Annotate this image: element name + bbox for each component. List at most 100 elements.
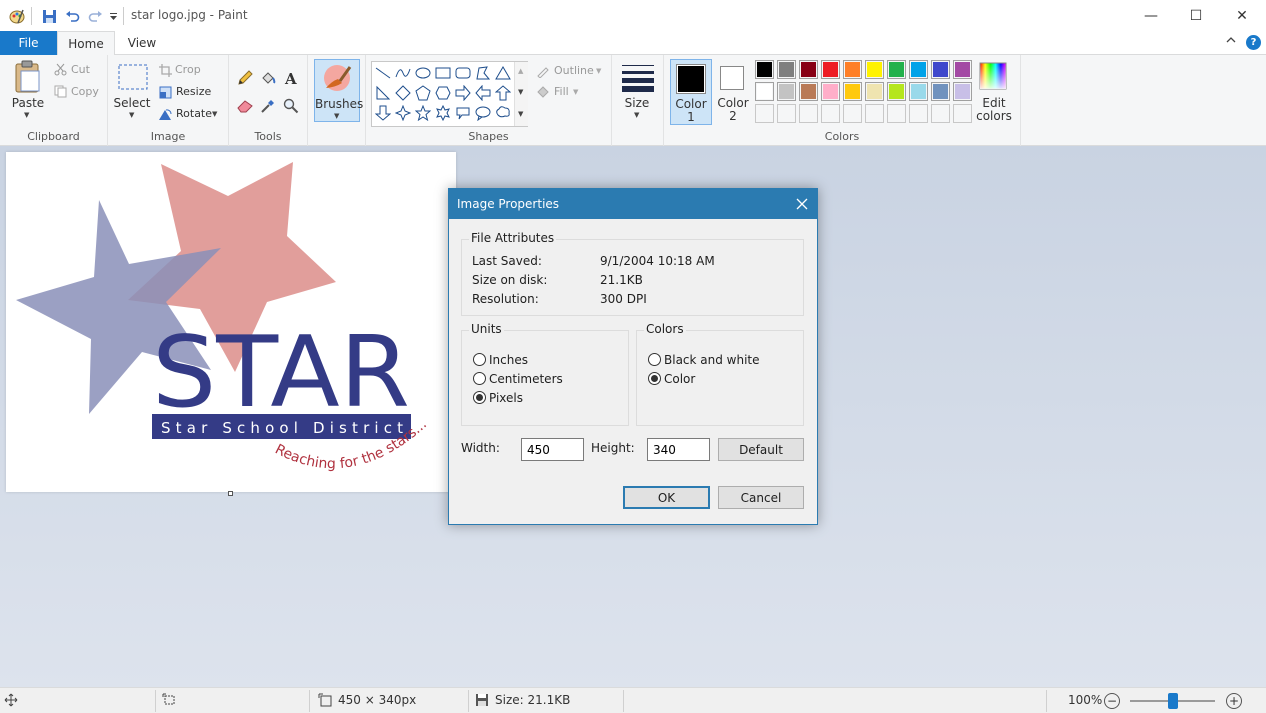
fill-dropdown-icon[interactable]: ▼ (573, 88, 578, 96)
minimize-button[interactable]: — (1128, 0, 1174, 31)
help-icon[interactable]: ? (1246, 35, 1261, 50)
color-radio[interactable] (648, 372, 661, 385)
palette-color-swatch[interactable] (887, 60, 906, 79)
dialog-close-button[interactable] (787, 189, 817, 219)
rounded-rectangle-shape-icon[interactable] (453, 63, 473, 83)
magnifier-icon[interactable] (282, 97, 300, 115)
ok-button[interactable]: OK (623, 486, 710, 509)
palette-color-swatch[interactable] (843, 82, 862, 101)
palette-color-swatch[interactable] (865, 60, 884, 79)
right-arrow-shape-icon[interactable] (453, 83, 473, 103)
fill-bucket-icon[interactable] (259, 69, 277, 87)
resize-button[interactable]: Resize (176, 85, 211, 98)
copy-button[interactable]: Copy (71, 85, 99, 98)
shapes-expand-icon[interactable]: ▼ (518, 110, 523, 118)
black-and-white-label[interactable]: Black and white (664, 353, 760, 367)
up-arrow-shape-icon[interactable] (493, 83, 513, 103)
select-dropdown-icon[interactable]: ▼ (129, 111, 134, 119)
inches-radio[interactable] (473, 353, 486, 366)
color1-button[interactable]: Color 1 (670, 59, 712, 125)
palette-color-swatch[interactable] (909, 60, 928, 79)
palette-color-swatch[interactable] (799, 60, 818, 79)
edit-colors-icon[interactable] (978, 61, 1008, 91)
pixels-label[interactable]: Pixels (489, 391, 523, 405)
palette-color-swatch[interactable] (865, 104, 884, 123)
rotate-dropdown-icon[interactable]: ▼ (212, 110, 217, 118)
six-point-star-shape-icon[interactable] (433, 103, 453, 123)
curve-shape-icon[interactable] (393, 63, 413, 83)
collapse-ribbon-icon[interactable] (1226, 35, 1236, 48)
default-button[interactable]: Default (718, 438, 804, 461)
palette-color-swatch[interactable] (777, 104, 796, 123)
brushes-button[interactable]: Brushes ▼ (314, 59, 363, 122)
text-tool-icon[interactable]: A (282, 69, 300, 87)
paste-dropdown-icon[interactable]: ▼ (24, 111, 29, 119)
rectangle-shape-icon[interactable] (433, 63, 453, 83)
tab-file[interactable]: File (0, 31, 57, 55)
oval-shape-icon[interactable] (413, 63, 433, 83)
eraser-icon[interactable] (236, 97, 254, 115)
paste-icon[interactable] (12, 59, 44, 95)
zoom-out-button[interactable]: − (1104, 693, 1120, 709)
outline-button[interactable]: Outline (554, 64, 594, 77)
right-triangle-shape-icon[interactable] (373, 83, 393, 103)
size-group[interactable]: Size ▼ (612, 55, 664, 146)
centimeters-radio[interactable] (473, 372, 486, 385)
save-icon[interactable] (40, 7, 58, 25)
palette-color-swatch[interactable] (953, 82, 972, 101)
palette-color-swatch[interactable] (777, 60, 796, 79)
palette-color-swatch[interactable] (821, 82, 840, 101)
four-point-star-shape-icon[interactable] (393, 103, 413, 123)
maximize-button[interactable]: ☐ (1173, 0, 1219, 31)
cloud-callout-shape-icon[interactable] (493, 103, 513, 123)
inches-label[interactable]: Inches (489, 353, 528, 367)
tab-view[interactable]: View (118, 31, 166, 55)
paint-app-icon[interactable] (8, 7, 26, 25)
palette-color-swatch[interactable] (931, 82, 950, 101)
color-label[interactable]: Color (664, 372, 695, 386)
color-picker-icon[interactable] (259, 97, 277, 115)
cut-button[interactable]: Cut (71, 63, 90, 76)
down-arrow-shape-icon[interactable] (373, 103, 393, 123)
width-input[interactable] (521, 438, 584, 461)
triangle-shape-icon[interactable] (493, 63, 513, 83)
hexagon-shape-icon[interactable] (433, 83, 453, 103)
palette-color-swatch[interactable] (931, 60, 950, 79)
palette-color-swatch[interactable] (909, 82, 928, 101)
shapes-scrollbar[interactable]: ▲ ▼ ▼ (514, 62, 528, 126)
undo-icon[interactable] (63, 7, 81, 25)
tab-home[interactable]: Home (57, 31, 115, 56)
palette-color-swatch[interactable] (843, 60, 862, 79)
palette-color-swatch[interactable] (887, 82, 906, 101)
cancel-button[interactable]: Cancel (718, 486, 804, 509)
select-icon[interactable] (117, 62, 149, 92)
edit-colors-line2[interactable]: colors (972, 110, 1016, 123)
palette-color-swatch[interactable] (755, 104, 774, 123)
pixels-radio[interactable] (473, 391, 486, 404)
pencil-icon[interactable] (236, 69, 254, 87)
palette-color-swatch[interactable] (865, 82, 884, 101)
paste-button[interactable]: Paste (8, 97, 48, 110)
palette-color-swatch[interactable] (799, 82, 818, 101)
left-arrow-shape-icon[interactable] (473, 83, 493, 103)
color2-button[interactable]: Color 2 (714, 59, 752, 125)
zoom-in-button[interactable]: + (1226, 693, 1242, 709)
crop-button[interactable]: Crop (175, 63, 201, 76)
outline-dropdown-icon[interactable]: ▼ (596, 67, 601, 75)
shapes-scroll-down-icon[interactable]: ▼ (518, 88, 523, 96)
palette-color-swatch[interactable] (821, 104, 840, 123)
close-window-button[interactable]: ✕ (1219, 0, 1265, 31)
zoom-slider-thumb[interactable] (1168, 693, 1178, 709)
palette-color-swatch[interactable] (821, 60, 840, 79)
rounded-callout-shape-icon[interactable] (453, 103, 473, 123)
palette-color-swatch[interactable] (909, 104, 928, 123)
palette-color-swatch[interactable] (953, 60, 972, 79)
centimeters-label[interactable]: Centimeters (489, 372, 563, 386)
black-and-white-radio[interactable] (648, 353, 661, 366)
shapes-scroll-up-icon[interactable]: ▲ (518, 67, 523, 75)
pentagon-shape-icon[interactable] (413, 83, 433, 103)
drawing-canvas[interactable]: STAR Star School District Reaching for t… (6, 152, 456, 492)
customize-toolbar-icon[interactable] (107, 7, 119, 25)
polygon-shape-icon[interactable] (473, 63, 493, 83)
palette-color-swatch[interactable] (777, 82, 796, 101)
